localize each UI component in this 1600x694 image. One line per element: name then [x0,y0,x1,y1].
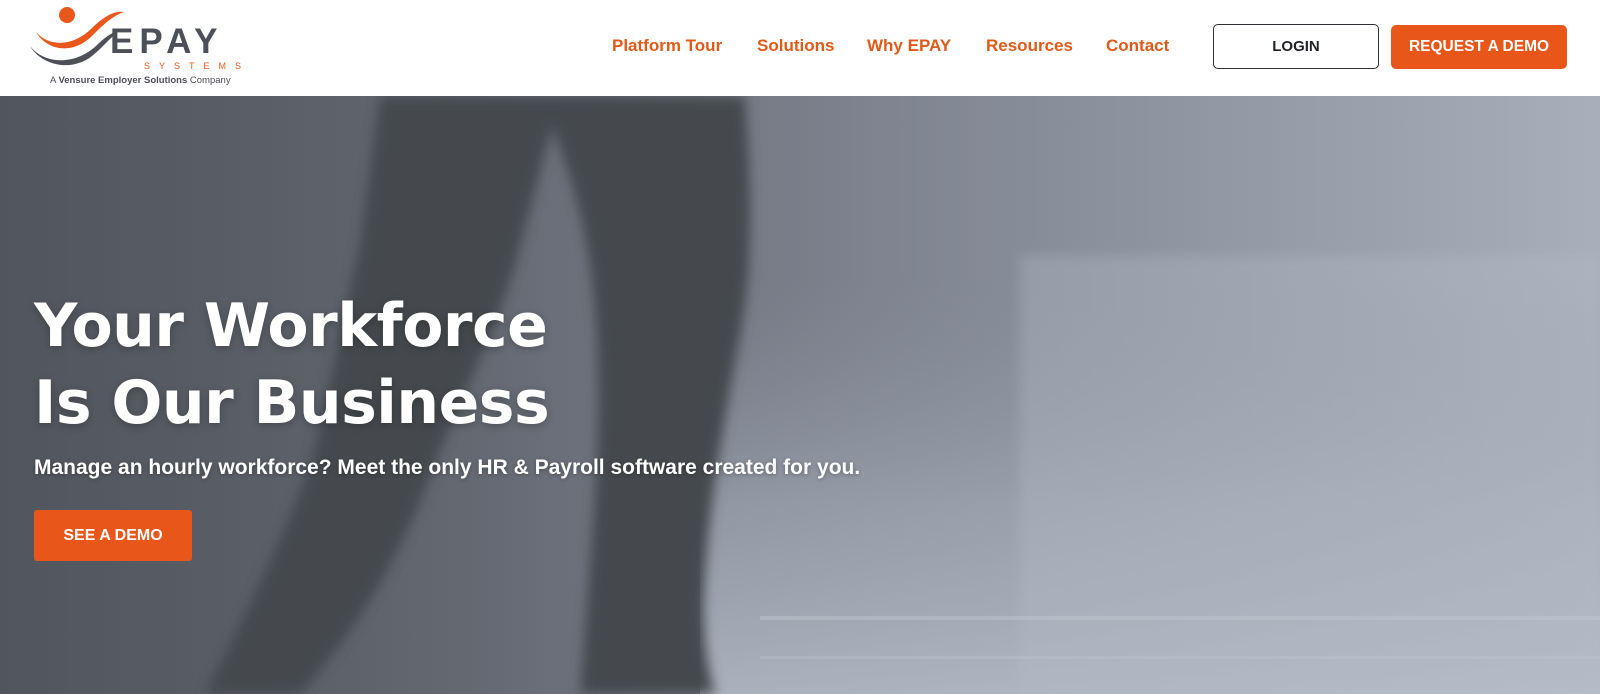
tagline-suffix: Company [187,75,231,86]
hero-section: Your Workforce Is Our Business Manage an… [0,96,1600,694]
request-demo-button[interactable]: REQUEST A DEMO [1391,25,1567,69]
logo-tagline: A Vensure Employer Solutions Company [50,76,231,86]
hero-subtitle: Manage an hourly workforce? Meet the onl… [34,456,861,479]
tagline-brand: Vensure Employer Solutions [58,75,188,86]
logo-wordmark: EPAY [110,22,224,61]
login-button[interactable]: LOGIN [1213,24,1379,69]
hero-title-line2: Is Our Business [34,368,550,438]
site-header: EPAY SYSTEMS A Vensure Employer Solution… [0,0,1600,96]
see-demo-button[interactable]: SEE A DEMO [34,510,192,561]
hero-title-line1: Your Workforce [34,291,548,361]
nav-solutions[interactable]: Solutions [757,34,834,58]
nav-platform-tour[interactable]: Platform Tour [612,34,722,58]
nav-contact[interactable]: Contact [1106,34,1169,58]
epay-logo[interactable]: EPAY SYSTEMS A Vensure Employer Solution… [30,4,248,90]
logo-subtitle: SYSTEMS [144,61,251,71]
nav-resources[interactable]: Resources [986,34,1073,58]
nav-why-epay[interactable]: Why EPAY [867,34,951,58]
hero-title: Your Workforce Is Our Business [34,288,550,442]
